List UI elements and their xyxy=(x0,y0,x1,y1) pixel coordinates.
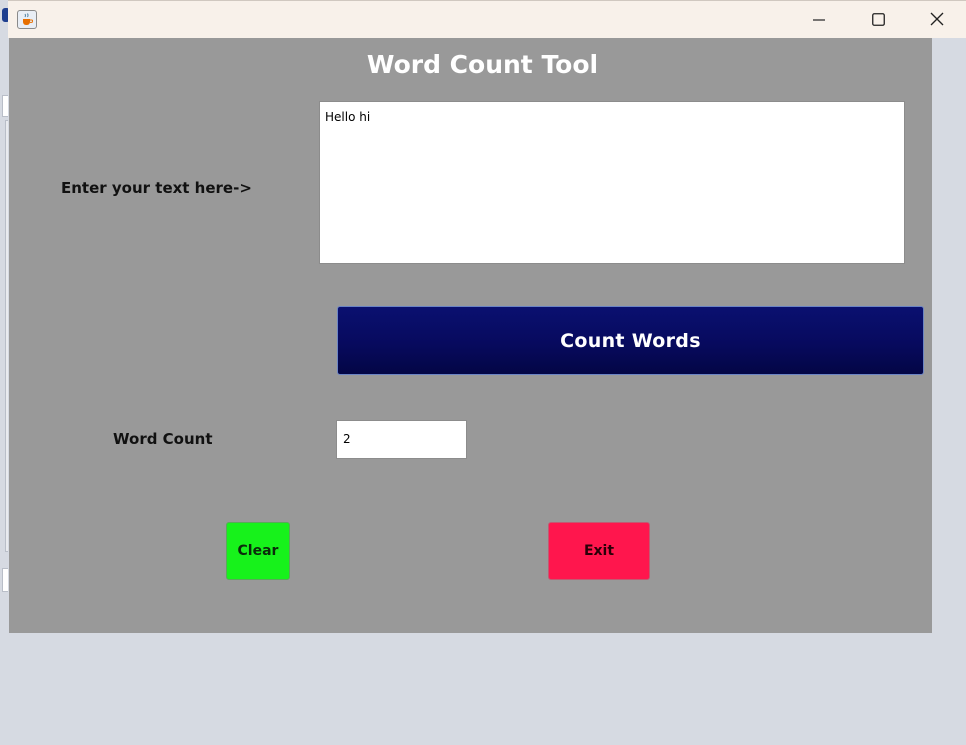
desktop-background: Word Count Tool Enter your text here-> H… xyxy=(0,0,966,745)
word-count-label: Word Count xyxy=(113,430,213,448)
text-input-area[interactable]: Hello hi xyxy=(319,101,905,264)
input-label: Enter your text here-> xyxy=(61,179,252,197)
minimize-icon xyxy=(813,11,825,30)
maximize-icon xyxy=(871,11,885,30)
exit-button[interactable]: Exit xyxy=(548,522,650,580)
word-count-field[interactable]: 2 xyxy=(336,420,467,459)
close-button[interactable] xyxy=(908,1,966,39)
main-panel: Word Count Tool Enter your text here-> H… xyxy=(9,38,932,633)
java-cup-icon[interactable] xyxy=(17,10,37,29)
count-words-button[interactable]: Count Words xyxy=(337,306,924,375)
maximize-button[interactable] xyxy=(849,1,907,39)
app-window: Word Count Tool Enter your text here-> H… xyxy=(8,0,966,745)
close-icon xyxy=(930,11,944,30)
minimize-button[interactable] xyxy=(790,1,848,39)
title-bar[interactable] xyxy=(8,0,966,38)
app-title: Word Count Tool xyxy=(366,50,599,79)
clear-button[interactable]: Clear xyxy=(226,522,290,580)
